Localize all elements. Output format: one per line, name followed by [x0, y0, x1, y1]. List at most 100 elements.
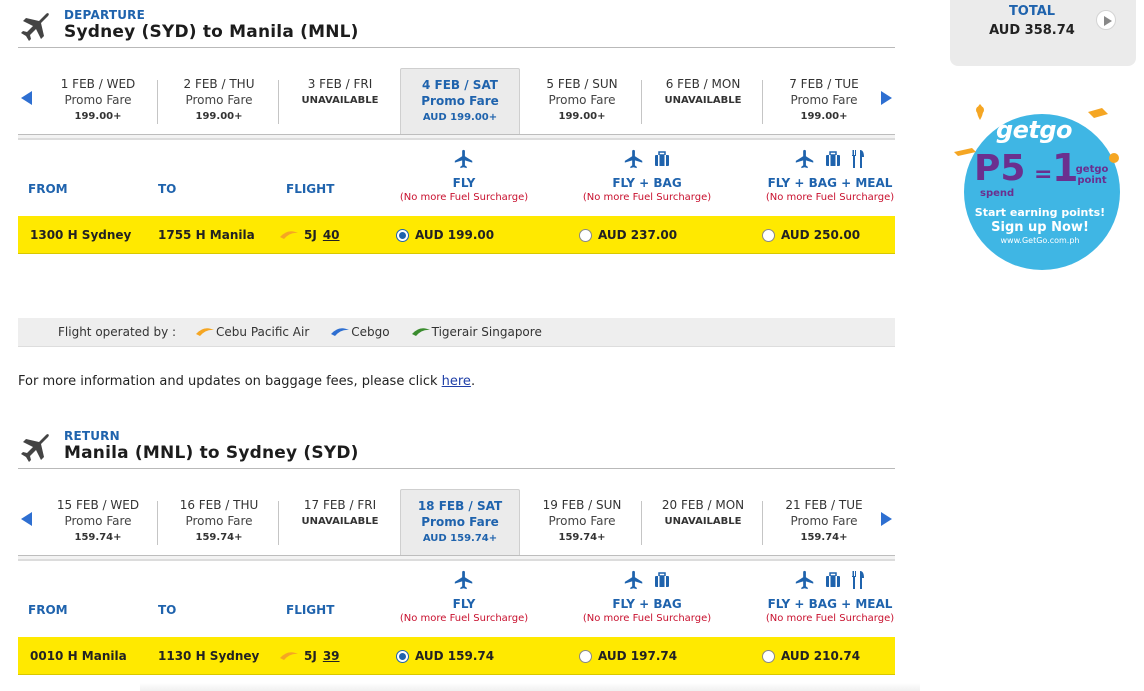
arrival-time-city: 1755 H Manila [158, 228, 255, 242]
column-header-from: FROM [28, 182, 68, 196]
date-label: 5 FEB / SUN [546, 77, 618, 91]
radio-button[interactable] [396, 228, 409, 242]
date-carousel: 1 FEB / WED Promo Fare 199.00+ 2 FEB / THU P… [18, 68, 895, 142]
date-option[interactable]: 1 FEB / WED Promo Fare 199.00+ [38, 76, 158, 126]
fare-price: AUD 197.74 [598, 649, 678, 663]
cebgo-logo-icon [331, 328, 350, 336]
section-label: RETURN [64, 429, 120, 443]
flight-number-link[interactable]: 39 [323, 649, 340, 663]
fare-type-label: Promo Fare [790, 514, 858, 528]
tigerair-logo-icon [411, 328, 430, 336]
prev-dates-arrow-icon[interactable] [18, 89, 36, 107]
date-label: 6 FEB / MON [665, 77, 741, 91]
fare-header: FROM TO FLIGHT FLY (No more Fuel Surcharge) F… [18, 142, 895, 216]
fare-radio-option[interactable]: AUD 250.00 [762, 228, 860, 242]
fare-option-header: FLY + BAG (No more Fuel Surcharge) [557, 148, 737, 203]
flight-number: 5J 40 [280, 228, 340, 242]
date-divider [278, 501, 279, 545]
operated-label: Flight operated by : [58, 325, 177, 339]
total-panel: TOTAL AUD 358.74 [950, 0, 1136, 66]
fare-price: AUD 199.00 [415, 228, 495, 242]
date-option: 17 FEB / FRI UNAVAILABLE [280, 497, 400, 547]
date-price: AUD 199.00+ [422, 112, 498, 123]
fare-radio-option[interactable]: AUD 197.74 [579, 649, 677, 663]
date-label: 15 FEB / WED [56, 498, 140, 512]
column-header-flight: FLIGHT [286, 603, 335, 617]
date-label: 16 FEB / THU [179, 498, 259, 512]
fare-name: FLY [452, 176, 476, 190]
date-option[interactable]: 7 FEB / TUE Promo Fare 199.00+ [764, 76, 884, 126]
fare-radio-option[interactable]: AUD 210.74 [762, 649, 860, 663]
fare-option-header: FLY + BAG + MEAL (No more Fuel Surcharge) [740, 569, 920, 624]
date-divider [278, 80, 279, 124]
radio-button[interactable] [762, 228, 775, 242]
fare-name: FLY + BAG + MEAL [767, 176, 893, 190]
fare-icons [557, 569, 737, 593]
date-divider [157, 501, 158, 545]
return-section: RETURN Manila (MNL) to Sydney (SYD) 15 F… [18, 429, 895, 675]
date-option[interactable]: 5 FEB / SUN Promo Fare 199.00+ [522, 76, 642, 126]
date-label: 7 FEB / TUE [789, 77, 859, 91]
baggage-icon [653, 571, 671, 592]
total-label: TOTAL [1008, 4, 1056, 19]
meal-icon [850, 570, 866, 593]
date-price: 159.74+ [558, 532, 606, 543]
airplane-icon [623, 569, 645, 594]
date-label: 3 FEB / FRI [307, 77, 373, 91]
getgo-promo-banner[interactable]: getgo P5 spend = 1 getgo point Start ear… [950, 100, 1130, 272]
expand-total-icon[interactable] [1096, 10, 1116, 30]
fare-name: FLY + BAG + MEAL [767, 597, 893, 611]
fare-radio-option[interactable]: AUD 199.00 [396, 228, 494, 242]
fare-icons [557, 148, 737, 172]
radio-button[interactable] [579, 228, 592, 242]
fare-radio-option[interactable]: AUD 237.00 [579, 228, 677, 242]
promo-earn: Start earning points! [974, 206, 1106, 219]
operated-by-bar: Flight operated by : Cebu Pacific Air Ce… [18, 318, 895, 347]
departure-time-city: 1300 H Sydney [30, 228, 132, 242]
flight-row: 0010 H Manila 1130 H Sydney 5J 39 AUD 159.74… [18, 637, 895, 675]
fare-radio-option[interactable]: AUD 159.74 [396, 649, 494, 663]
date-option[interactable]: 21 FEB / TUE Promo Fare 159.74+ [764, 497, 884, 547]
date-divider [157, 80, 158, 124]
date-option[interactable]: 4 FEB / SAT Promo Fare AUD 199.00+ [400, 68, 520, 134]
radio-button[interactable] [762, 649, 775, 663]
date-price: 159.74+ [195, 532, 243, 543]
date-divider [762, 501, 763, 545]
fare-type-label: Promo Fare [548, 93, 616, 107]
unavailable-label: UNAVAILABLE [301, 95, 379, 106]
airplane-icon [453, 148, 475, 173]
promo-p5: P5 [974, 148, 1026, 189]
fare-option-header: FLY + BAG + MEAL (No more Fuel Surcharge) [740, 148, 920, 203]
date-label: 20 FEB / MON [661, 498, 745, 512]
date-price: 199.00+ [74, 111, 122, 122]
prev-dates-arrow-icon[interactable] [18, 510, 36, 528]
promo-signup: Sign up Now! [991, 220, 1089, 235]
page-shadow [140, 683, 920, 691]
date-option[interactable]: 16 FEB / THU Promo Fare 159.74+ [159, 497, 279, 547]
cebu-pacific-logo-icon [196, 328, 215, 336]
unavailable-label: UNAVAILABLE [664, 95, 742, 106]
fare-option-header: FLY + BAG (No more Fuel Surcharge) [557, 569, 737, 624]
flight-number-link[interactable]: 40 [323, 228, 340, 242]
fare-name: FLY [452, 597, 476, 611]
date-option[interactable]: 2 FEB / THU Promo Fare 199.00+ [159, 76, 279, 126]
date-label: 4 FEB / SAT [422, 78, 498, 92]
radio-button[interactable] [579, 649, 592, 663]
promo-spend: spend [980, 188, 1015, 199]
fare-icons [740, 148, 920, 172]
date-price: 199.00+ [195, 111, 243, 122]
arrival-time-city: 1130 H Sydney [158, 649, 260, 663]
date-option[interactable]: 18 FEB / SAT Promo Fare AUD 159.74+ [400, 489, 520, 555]
date-option: 20 FEB / MON UNAVAILABLE [643, 497, 763, 547]
date-option[interactable]: 19 FEB / SUN Promo Fare 159.74+ [522, 497, 642, 547]
date-option[interactable]: 15 FEB / WED Promo Fare 159.74+ [38, 497, 158, 547]
date-label: 2 FEB / THU [183, 77, 255, 91]
radio-button[interactable] [396, 649, 409, 663]
cebu-pacific-logo-icon [280, 231, 298, 239]
column-header-flight: FLIGHT [286, 182, 335, 196]
baggage-fees-link[interactable]: here [442, 374, 471, 389]
date-price: 159.74+ [74, 532, 122, 543]
airplane-icon [21, 13, 49, 41]
fare-header: FROM TO FLIGHT FLY (No more Fuel Surcharge) F… [18, 563, 895, 637]
column-header-to: TO [158, 182, 177, 196]
